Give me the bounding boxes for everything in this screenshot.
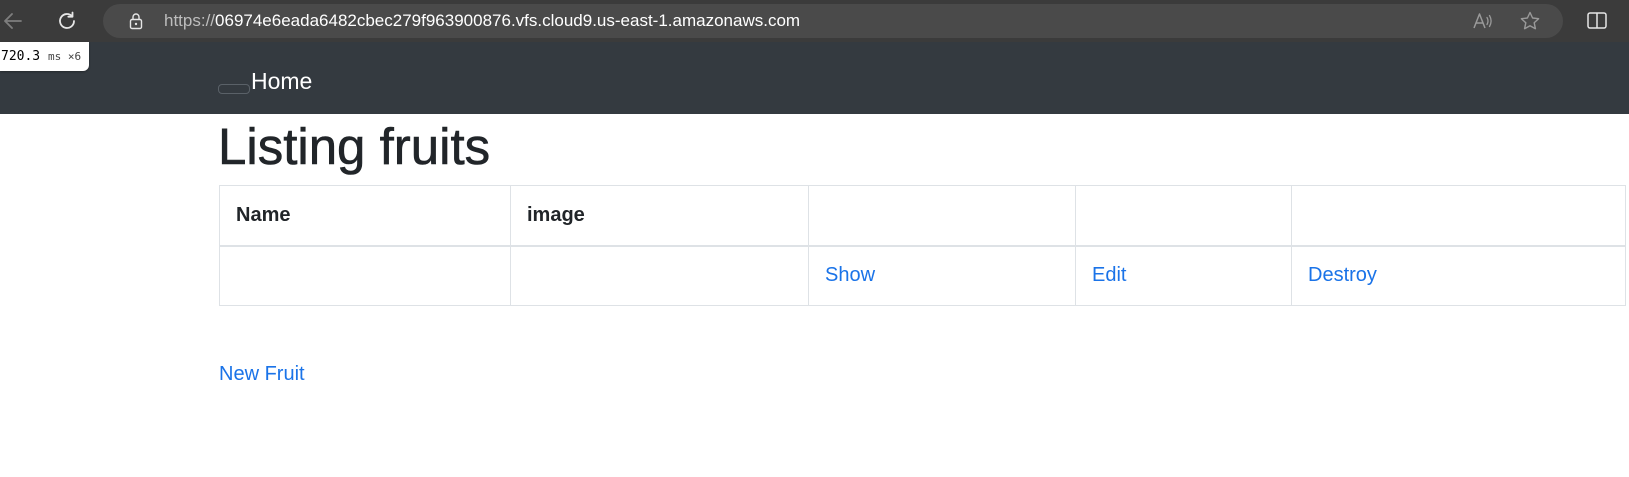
column-header-image: image xyxy=(510,185,809,247)
new-fruit-link[interactable]: New Fruit xyxy=(219,362,305,386)
destroy-link[interactable]: Destroy xyxy=(1308,264,1377,286)
perf-value: 720.3 xyxy=(1,49,41,64)
cell-destroy: Destroy xyxy=(1291,245,1626,306)
performance-badge[interactable]: 720.3 ms ×6 xyxy=(0,42,90,71)
read-aloud-icon[interactable] xyxy=(1471,10,1493,32)
back-icon[interactable] xyxy=(1,9,25,33)
browser-toolbar: https://06974e6eada6482cbec279f963900876… xyxy=(0,0,1629,42)
column-header-edit xyxy=(1075,185,1292,247)
cell-name xyxy=(219,245,511,306)
column-header-show xyxy=(808,185,1076,247)
favorite-icon[interactable] xyxy=(1519,10,1541,32)
url-text[interactable]: https://06974e6eada6482cbec279f963900876… xyxy=(164,11,800,31)
column-header-name: Name xyxy=(219,185,511,247)
lock-icon[interactable] xyxy=(127,12,145,30)
perf-unit: ms ×6 xyxy=(47,50,82,63)
edit-link[interactable]: Edit xyxy=(1092,264,1126,286)
show-link[interactable]: Show xyxy=(825,264,875,286)
fruits-table: Name image Show Edit Destroy xyxy=(219,185,1626,306)
navbar-home-link[interactable]: Home xyxy=(251,66,312,96)
navbar-toggler-button[interactable] xyxy=(218,84,250,94)
page-title: Listing fruits xyxy=(218,118,491,176)
column-header-destroy xyxy=(1291,185,1626,247)
reload-icon[interactable] xyxy=(55,9,79,33)
cell-show: Show xyxy=(808,245,1076,306)
url-host: 06974e6eada6482cbec279f963900876.vfs.clo… xyxy=(215,11,801,30)
url-scheme: https:// xyxy=(164,11,216,30)
table-row: Show Edit Destroy xyxy=(219,245,1626,306)
address-bar[interactable]: https://06974e6eada6482cbec279f963900876… xyxy=(103,4,1563,38)
app-navbar xyxy=(0,42,1629,114)
cell-edit: Edit xyxy=(1075,245,1292,306)
table-header-row: Name image xyxy=(219,185,1626,247)
cell-image xyxy=(510,245,809,306)
split-screen-icon[interactable] xyxy=(1586,10,1608,32)
